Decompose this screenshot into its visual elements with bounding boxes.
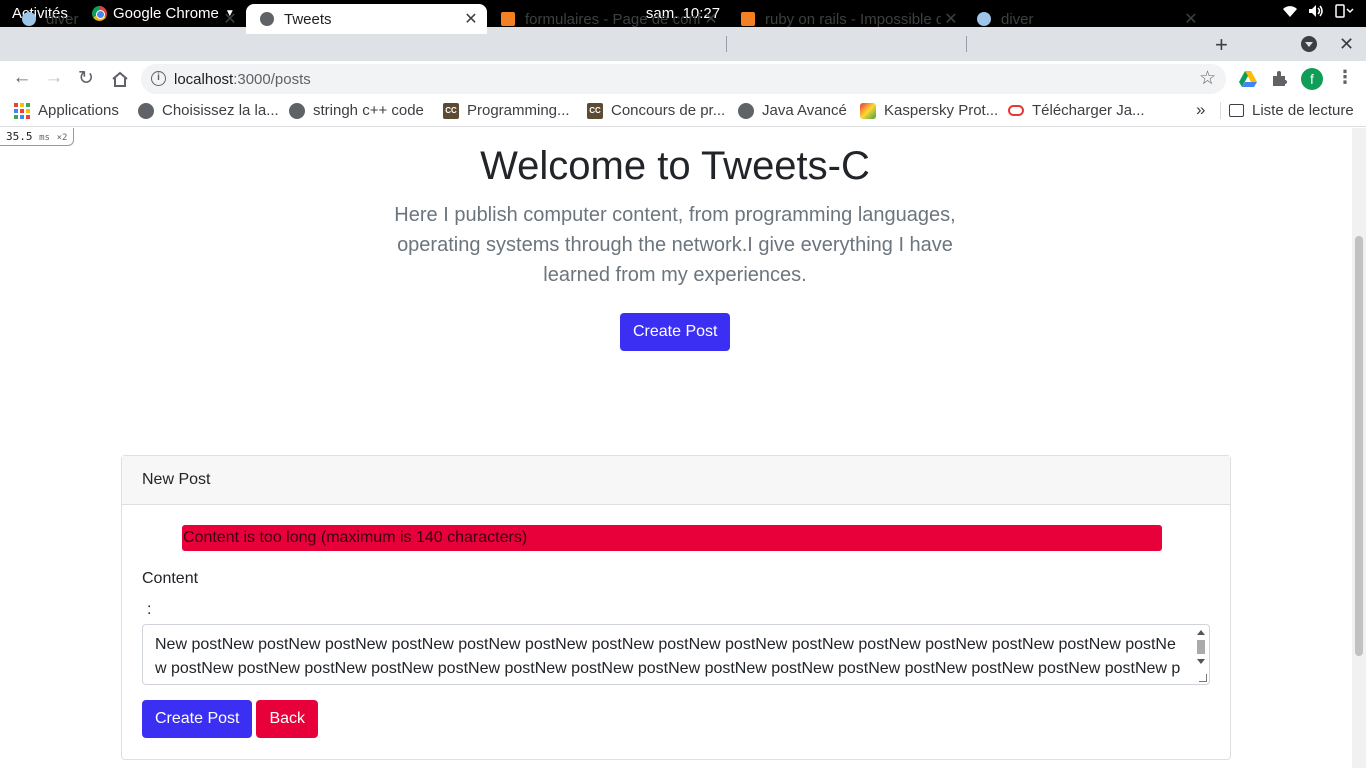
globe-icon: [738, 102, 754, 119]
reading-list-icon: [1229, 104, 1244, 117]
page-title: Welcome to Tweets-C: [480, 144, 870, 188]
new-post-card: New Post Content is too long (maximum is…: [121, 455, 1231, 760]
new-tab-button[interactable]: +: [1215, 32, 1228, 58]
back-button[interactable]: Back: [256, 700, 319, 738]
codechef-icon: CC: [587, 102, 603, 119]
globe-icon: [977, 12, 991, 26]
bookmark-label: Télécharger Ja...: [1032, 102, 1145, 119]
power-icon: [1335, 4, 1354, 18]
wifi-icon: [1283, 6, 1297, 17]
url-path: :3000/posts: [233, 71, 311, 88]
stackoverflow-icon: [741, 12, 755, 26]
chevron-right-double-icon[interactable]: »: [1196, 100, 1205, 120]
volume-icon: [1309, 5, 1323, 17]
tab-diver-2[interactable]: diver ✕: [967, 4, 1207, 34]
page-scrollbar[interactable]: [1352, 128, 1366, 768]
scroll-up-arrow-icon[interactable]: [1197, 630, 1205, 635]
bookmark-label: Java Avancé: [762, 102, 847, 119]
content-textarea-value: New postNew postNew postNew postNew post…: [155, 636, 1181, 677]
system-tray[interactable]: [1282, 4, 1354, 18]
globe-icon: [138, 102, 154, 119]
error-alert: Content is too long (maximum is 140 char…: [182, 525, 1162, 551]
bookmark-stringh[interactable]: stringh c++ code: [289, 102, 424, 119]
forward-arrow-icon[interactable]: →: [42, 67, 66, 89]
tab-formulaires[interactable]: formulaires - Page de conf ✕: [487, 4, 727, 34]
content-colon: :: [147, 601, 152, 618]
bookmark-label: Programming...: [467, 102, 570, 119]
create-post-hero-button[interactable]: Create Post: [620, 313, 731, 351]
oracle-icon: [1008, 105, 1024, 116]
page-lead: Here I publish computer content, from pr…: [394, 204, 956, 286]
form-actions: Create Post Back: [142, 700, 319, 738]
kebab-menu-icon[interactable]: ⋮: [1336, 67, 1354, 88]
home-icon[interactable]: [108, 71, 132, 88]
tab-label: formulaires - Page de conf: [525, 10, 701, 28]
info-icon[interactable]: i: [151, 71, 166, 86]
stackoverflow-icon: [501, 12, 515, 26]
browser-toolbar: ← → ↻ i localhost:3000/posts ☆ f ⋮: [0, 61, 1366, 97]
page-viewport: 35.5 ms ×2 Welcome to Tweets-C Here I pu…: [0, 128, 1366, 768]
bookmark-label: stringh c++ code: [313, 102, 424, 119]
scroll-down-arrow-icon[interactable]: [1197, 659, 1205, 664]
url-text: localhost:3000/posts: [174, 71, 311, 88]
tab-separator: [966, 36, 967, 52]
bookmark-label: Applications: [38, 102, 119, 119]
globe-icon: [289, 102, 305, 119]
render-time-multiplier: ×2: [56, 133, 68, 143]
bookmark-java-avance[interactable]: Java Avancé: [738, 102, 847, 119]
reload-icon[interactable]: ↻: [74, 67, 98, 90]
codechef-icon: CC: [443, 102, 459, 119]
bookmark-choisissez[interactable]: Choisissez la la...: [138, 102, 279, 119]
bookmark-programming[interactable]: CC Programming...: [443, 102, 570, 119]
tab-diver-1[interactable]: diver ✕: [0, 4, 246, 34]
bookmark-concours[interactable]: CC Concours de pr...: [587, 102, 725, 119]
content-label: Content: [142, 570, 199, 587]
close-icon[interactable]: ✕: [220, 9, 240, 29]
render-time-value: 35.5: [6, 130, 33, 143]
page-scroll-thumb[interactable]: [1355, 236, 1363, 656]
address-bar[interactable]: i localhost:3000/posts ☆: [141, 64, 1226, 94]
bookmark-telecharger[interactable]: Télécharger Ja...: [1008, 102, 1145, 119]
bookmark-label: Concours de pr...: [611, 102, 726, 119]
bookmark-star-icon[interactable]: ☆: [1199, 67, 1216, 90]
card-header: New Post: [122, 456, 1230, 505]
tab-label: ruby on rails - Impossible d: [765, 10, 941, 28]
close-icon[interactable]: ✕: [941, 9, 961, 29]
create-post-submit-button[interactable]: Create Post: [142, 700, 253, 738]
globe-icon: [22, 12, 36, 26]
tab-label: diver: [46, 10, 79, 28]
globe-icon: [260, 12, 274, 26]
window-close-icon[interactable]: ✕: [1339, 34, 1354, 55]
content-textarea[interactable]: New postNew postNew postNew postNew post…: [142, 624, 1210, 685]
bookmark-kaspersky[interactable]: Kaspersky Prot...: [860, 102, 998, 119]
resize-grip-icon[interactable]: [1199, 674, 1207, 682]
bookmark-applications[interactable]: Applications: [14, 102, 119, 119]
scroll-thumb[interactable]: [1197, 640, 1205, 654]
tab-separator: [726, 36, 727, 52]
bookmark-label: Kaspersky Prot...: [884, 102, 999, 119]
profile-avatar[interactable]: f: [1301, 68, 1323, 90]
apps-grid-icon: [14, 102, 30, 119]
tab-search-icon[interactable]: [1301, 36, 1317, 52]
kaspersky-icon: [860, 102, 876, 119]
extensions-puzzle-icon[interactable]: [1270, 69, 1290, 89]
bookmarks-bar: Applications Choisissez la la... stringh…: [0, 97, 1366, 127]
tab-label: diver: [1001, 10, 1034, 28]
close-icon[interactable]: ✕: [1181, 9, 1201, 29]
tab-tweets[interactable]: Tweets ✕: [246, 4, 487, 34]
close-icon[interactable]: ✕: [461, 9, 481, 29]
tab-ruby-on-rails[interactable]: ruby on rails - Impossible d ✕: [727, 4, 967, 34]
tab-label: Tweets: [284, 10, 332, 28]
reading-list-button[interactable]: Liste de lecture: [1220, 102, 1354, 119]
google-drive-icon[interactable]: [1238, 69, 1258, 89]
reading-list-label: Liste de lecture: [1252, 102, 1354, 119]
url-host: localhost: [174, 71, 234, 88]
render-time-unit: ms: [39, 133, 50, 143]
bookmark-label: Choisissez la la...: [162, 102, 279, 119]
close-icon[interactable]: ✕: [701, 9, 721, 29]
back-arrow-icon[interactable]: ←: [10, 67, 34, 89]
